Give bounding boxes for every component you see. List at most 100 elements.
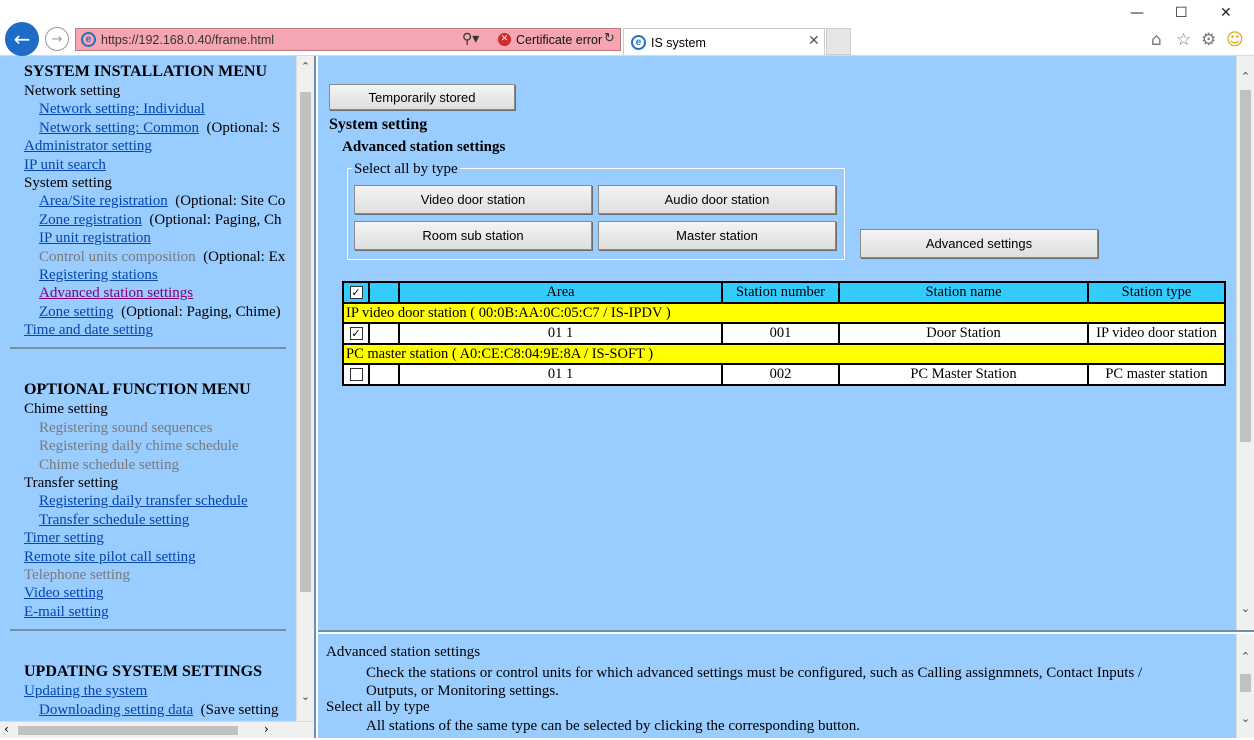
- scroll-up-arrow-icon[interactable]: ⌃: [297, 58, 314, 75]
- help-title-select-all: Select all by type: [326, 699, 430, 715]
- menu-transfer-setting: Transfer setting: [24, 475, 119, 492]
- menu-network-setting: Network setting: [24, 83, 121, 99]
- temporarily-stored-button[interactable]: Temporarily stored: [329, 84, 515, 110]
- scroll-down-arrow-icon[interactable]: ⌄: [1237, 600, 1254, 617]
- audio-door-station-button[interactable]: Audio door station: [598, 185, 836, 214]
- menu-timer-setting-link[interactable]: Timer setting: [24, 530, 104, 546]
- menu-network-individual-link[interactable]: Network setting: Individual: [39, 101, 205, 117]
- menu-downloading-setting-data-link[interactable]: Downloading setting data: [39, 702, 193, 718]
- main-content-frame: Temporarily stored System setting Advanc…: [318, 56, 1254, 632]
- room-sub-station-button[interactable]: Room sub station: [354, 221, 592, 250]
- menu-section-title: OPTIONAL FUNCTION MENU: [24, 381, 251, 399]
- tab-close-icon[interactable]: ✕: [808, 33, 820, 49]
- menu-area-site-registration-link[interactable]: Area/Site registration: [39, 193, 168, 209]
- scrollbar-thumb[interactable]: [1240, 90, 1251, 442]
- menu-video-setting-link[interactable]: Video setting: [24, 585, 104, 601]
- video-door-station-button[interactable]: Video door station: [354, 185, 592, 214]
- menu-zone-setting-link[interactable]: Zone setting: [39, 304, 114, 320]
- master-station-button[interactable]: Master station: [598, 221, 836, 250]
- menu-content: SYSTEM INSTALLATION MENU Network setting…: [0, 56, 296, 738]
- select-all-checkbox[interactable]: ✓: [349, 286, 363, 300]
- menu-zone-registration-link[interactable]: Zone registration: [39, 212, 142, 228]
- certificate-error-icon[interactable]: ✕: [498, 33, 511, 46]
- table-row: 01 1 002 PC Master Station PC master sta…: [342, 363, 1226, 386]
- menu-note: (Optional: Paging, Ch: [149, 211, 282, 228]
- address-bar[interactable]: e https://192.168.0.40/frame.html ⚲▾ ✕ C…: [75, 28, 621, 51]
- menu-horizontal-scrollbar[interactable]: ‹ ›: [0, 721, 314, 738]
- advanced-settings-button[interactable]: Advanced settings: [860, 229, 1098, 258]
- main-vertical-scrollbar[interactable]: ⌃ ⌄: [1236, 56, 1254, 630]
- menu-registering-daily-transfer-schedule-link[interactable]: Registering daily transfer schedule: [39, 493, 248, 509]
- forward-arrow-icon[interactable]: →: [45, 27, 69, 51]
- minimize-icon[interactable]: —: [1130, 5, 1144, 21]
- ie-logo-icon: e: [81, 32, 96, 47]
- menu-system-setting: System setting: [24, 174, 112, 191]
- menu-transfer-schedule-setting-link[interactable]: Transfer schedule setting: [39, 512, 189, 528]
- menu-section-title: SYSTEM INSTALLATION MENU: [24, 63, 268, 80]
- menu-remote-site-pilot-call-link[interactable]: Remote site pilot call setting: [24, 549, 196, 565]
- row-station-type: PC master station: [1087, 363, 1226, 386]
- scroll-down-arrow-icon[interactable]: ⌄: [297, 688, 314, 705]
- menu-advanced-station-settings-link[interactable]: Advanced station settings: [39, 285, 193, 301]
- menu-section-title: UPDATING SYSTEM SETTINGS: [24, 663, 262, 681]
- close-window-icon[interactable]: ✕: [1220, 5, 1232, 21]
- group-label: IP video door station ( 00:0B:AA:0C:05:C…: [342, 302, 1226, 324]
- row-station-name: PC Master Station: [838, 363, 1089, 386]
- tab-title: IS system: [651, 36, 706, 50]
- scroll-left-arrow-icon[interactable]: ‹: [4, 722, 9, 736]
- scroll-right-arrow-icon[interactable]: ›: [264, 722, 269, 736]
- help-vertical-scrollbar[interactable]: ⌃ ⌄: [1236, 634, 1254, 738]
- menu-email-setting-link[interactable]: E-mail setting: [24, 604, 109, 620]
- search-dropdown-icon[interactable]: ⚲▾: [462, 31, 479, 47]
- menu-control-units-composition: Control units composition: [39, 248, 196, 265]
- advanced-station-settings-heading: Advanced station settings: [342, 139, 506, 155]
- menu-vertical-scrollbar[interactable]: ⌃ ⌄: [296, 56, 314, 721]
- menu-chime-schedule-setting: Chime schedule setting: [39, 456, 179, 473]
- home-icon[interactable]: ⌂: [1151, 30, 1162, 50]
- help-title-advanced: Advanced station settings: [326, 644, 481, 660]
- settings-gear-icon[interactable]: ⚙: [1201, 30, 1216, 50]
- menu-chime-setting: Chime setting: [24, 401, 108, 418]
- scrollbar-thumb[interactable]: [1240, 674, 1251, 692]
- row-blank-cell: [368, 363, 400, 386]
- address-url[interactable]: https://192.168.0.40/frame.html: [101, 33, 274, 47]
- back-arrow-icon[interactable]: ←: [5, 22, 39, 56]
- menu-note: (Optional: Ex: [203, 248, 286, 265]
- scrollbar-thumb[interactable]: [18, 726, 238, 735]
- table-header-blank: [368, 281, 400, 304]
- menu-ip-unit-search-link[interactable]: IP unit search: [24, 157, 106, 173]
- menu-registering-stations-link[interactable]: Registering stations: [39, 267, 158, 283]
- row-checkbox-unchecked[interactable]: [349, 368, 363, 382]
- menu-registering-daily-chime-schedule: Registering daily chime schedule: [39, 438, 239, 455]
- menu-time-date-setting-link[interactable]: Time and date setting: [24, 322, 153, 338]
- certificate-error-label[interactable]: Certificate error: [516, 33, 602, 47]
- menu-updating-system-link[interactable]: Updating the system: [24, 683, 147, 699]
- scrollbar-thumb[interactable]: [300, 92, 311, 592]
- left-menu-frame: SYSTEM INSTALLATION MENU Network setting…: [0, 56, 316, 738]
- browser-tab[interactable]: e IS system ✕: [623, 28, 825, 55]
- feedback-smiley-icon[interactable]: ☺: [1226, 30, 1244, 50]
- column-header-area: Area: [398, 281, 723, 304]
- table-row: ✓ 01 1 001 Door Station IP video door st…: [342, 322, 1226, 345]
- menu-note: (Optional: Paging, Chime): [121, 303, 281, 320]
- menu-network-common-link[interactable]: Network setting: Common: [39, 120, 199, 136]
- maximize-icon[interactable]: ☐: [1175, 5, 1188, 21]
- row-select-cell[interactable]: ✓: [342, 322, 370, 345]
- menu-registering-sound-sequences: Registering sound sequences: [39, 419, 213, 436]
- row-select-cell[interactable]: [342, 363, 370, 386]
- menu-divider: [10, 629, 286, 632]
- menu-ip-unit-registration-link[interactable]: IP unit registration: [39, 230, 151, 246]
- column-header-station-type: Station type: [1087, 281, 1226, 304]
- favorites-star-icon[interactable]: ☆: [1176, 30, 1191, 50]
- table-group-row: PC master station ( A0:CE:C8:04:9E:8A / …: [342, 343, 1226, 365]
- select-all-cell[interactable]: ✓: [342, 281, 370, 304]
- menu-administrator-setting-link[interactable]: Administrator setting: [24, 138, 152, 154]
- column-header-station-number: Station number: [721, 281, 840, 304]
- scroll-down-arrow-icon[interactable]: ⌄: [1237, 710, 1254, 727]
- new-tab-button[interactable]: [826, 28, 851, 55]
- refresh-icon[interactable]: ↻: [604, 31, 615, 46]
- help-text-line: Outputs, or Monitoring settings.: [366, 683, 559, 699]
- row-checkbox-checked[interactable]: ✓: [349, 327, 363, 341]
- scroll-up-arrow-icon[interactable]: ⌃: [1237, 68, 1254, 85]
- scroll-up-arrow-icon[interactable]: ⌃: [1237, 648, 1254, 665]
